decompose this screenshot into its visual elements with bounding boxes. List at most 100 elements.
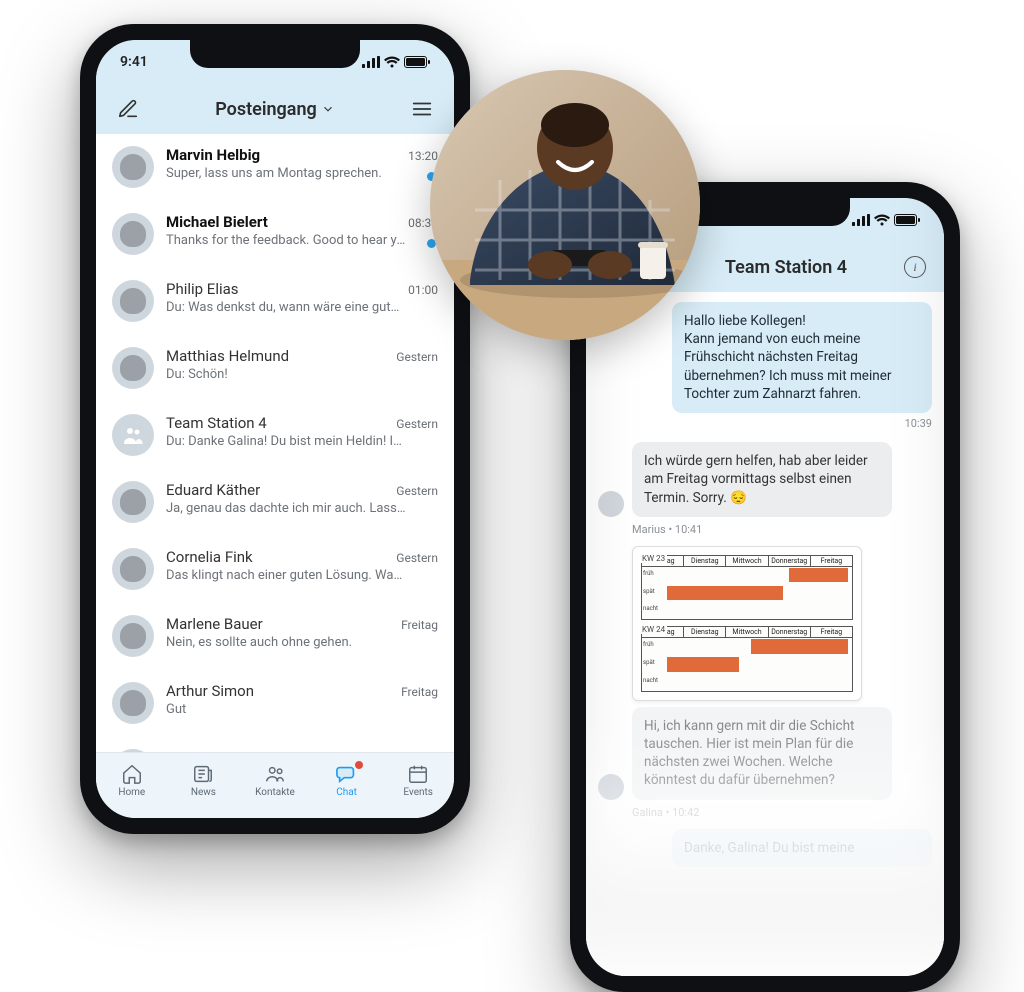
chat-item[interactable]: Eduard Käther Gestern Ja, genau das dacht… [96,469,454,536]
group-avatar-icon [112,414,154,456]
conversation-title: Team Station 4 [725,257,847,278]
chat-time: 01:00 [408,283,438,297]
home-icon [121,763,143,785]
tab-news[interactable]: News [173,763,233,798]
avatar [598,491,624,517]
menu-button[interactable] [408,95,436,123]
chatlist-title-label: Posteingang [215,99,317,120]
tab-bar: Home News Kontakte Chat Events [96,752,454,818]
message-bubble-other[interactable]: Ich würde gern helfen, hab aber leider a… [632,442,892,517]
chat-name: Arthur Simon [166,682,254,700]
status-icons [362,56,430,68]
events-icon [407,763,429,785]
schedule-week-label: KW 23 [640,554,667,563]
avatar [598,774,624,800]
chevron-down-icon [321,102,335,116]
attachment-image[interactable]: KW 23 MontagDienstagMittwochDonnerstagFr… [632,546,862,701]
chat-item[interactable]: Marlene Bauer Freitag Nein, es sollte auc… [96,603,454,670]
avatar [112,615,154,657]
compose-button[interactable] [114,95,142,123]
avatar [112,682,154,724]
tab-home[interactable]: Home [102,763,162,798]
chat-preview: Du: Danke Galina! Du bist mein Heldin! I… [166,434,406,449]
battery-icon [404,56,430,68]
avatar [112,548,154,590]
chat-item[interactable]: Michael Bielert08:31 Thanks for the feed… [96,201,454,268]
chat-preview: Das klingt nach einer guten Lösung. Was … [166,568,406,583]
phone-left-mockup: 9:41 Posteingang [80,24,470,834]
conversation-body[interactable]: Hallo liebe Kollegen! Kann jemand von eu… [586,292,944,976]
tab-label: Home [118,787,145,798]
wifi-icon [874,214,890,226]
chat-name: Team Station 4 [166,414,267,432]
chat-preview: Thanks for the feedback. Good to hear yo… [166,233,406,248]
status-time: 9:41 [120,54,148,70]
chat-time: 13:20 [408,149,438,163]
message-bubble-me[interactable]: Hallo liebe Kollegen! Kann jemand von eu… [672,302,932,413]
tab-chat[interactable]: Chat [317,763,377,798]
chat-item[interactable]: Philip Elias 01:00 Du: Was denkst du, wan… [96,268,454,335]
chat-name: Marlene Bauer [166,615,263,633]
message-meta: Galina • 10:42 [632,806,932,819]
chat-name: Marvin Helbig [166,146,260,164]
message-meta: Marius • 10:41 [632,523,932,536]
chat-name: Cornelia Fink [166,548,253,566]
schedule-header: MontagDienstagMittwochDonnerstagFreitag [642,556,852,567]
chat-name: Philip Elias [166,280,239,298]
tab-label: Chat [336,787,357,798]
hero-photo [430,70,700,340]
signal-icon [362,56,380,68]
chat-time: Gestern [396,350,438,364]
tab-label: Kontakte [255,787,295,798]
contacts-icon [263,763,287,785]
chat-item[interactable]: Matthias Helmund Gestern Du: Schön! [96,335,454,402]
tab-kontakte[interactable]: Kontakte [245,763,305,798]
avatar [112,213,154,255]
chat-time: Freitag [401,685,438,699]
chat-item[interactable]: Marvin Helbig 13:20 Super, lass uns am Mo… [96,134,454,201]
avatar [112,347,154,389]
chat-time: Gestern [396,417,438,431]
chat-name: Matthias Helmund [166,347,289,365]
schedule-week-label: KW 24 [640,625,667,634]
screen-left: 9:41 Posteingang [96,40,454,818]
avatar [112,146,154,188]
message-row: Hi, ich kann gern mit dir die Schicht ta… [598,707,932,804]
tab-label: Events [403,787,433,798]
notch [190,40,360,68]
avatar [112,280,154,322]
chat-preview: Nein, es sollte auch ohne gehen. [166,635,406,650]
chatlist-title[interactable]: Posteingang [215,99,335,120]
chat-item[interactable]: Team Station 4 Gestern Du: Danke Galina! … [96,402,454,469]
chat-preview: Gut [166,702,406,717]
schedule-header: MontagDienstagMittwochDonnerstagFreitag [642,627,852,638]
chat-preview: Super, lass uns am Montag sprechen. [166,166,406,181]
chat-time: Freitag [401,618,438,632]
chat-preview: Du: Was denkst du, wann wäre eine gute Z… [166,300,406,315]
chat-item[interactable]: Arthur Simon Freitag Gut [96,670,454,737]
chat-item[interactable]: Cornelia Fink Gestern Das klingt nach ein… [96,536,454,603]
notification-badge [355,761,363,769]
status-icons [852,214,920,226]
message-bubble-me[interactable]: Danke, Galina! Du bist meine [672,829,932,867]
chat-preview: Ja, genau das dachte ich mir auch. Lass … [166,501,406,516]
chat-name: Michael Bielert [166,213,268,231]
message-bubble-other[interactable]: Hi, ich kann gern mit dir die Schicht ta… [632,707,892,800]
battery-icon [894,214,920,226]
tab-label: News [191,787,216,798]
chat-time: Gestern [396,484,438,498]
avatar [112,481,154,523]
signal-icon [852,214,870,226]
chat-item[interactable]: Theo LahnDonnerstag Ich gehe davon aus, … [96,737,454,752]
message-row: Ich würde gern helfen, hab aber leider a… [598,442,932,521]
chat-time: Gestern [396,551,438,565]
tab-events[interactable]: Events [388,763,448,798]
news-icon [192,763,214,785]
chat-list[interactable]: Marvin Helbig 13:20 Super, lass uns am Mo… [96,134,454,752]
notch [680,198,850,226]
chat-name: Eduard Käther [166,481,260,499]
message-time: 10:39 [598,417,932,430]
info-button[interactable]: i [904,256,926,278]
chat-preview: Du: Schön! [166,367,406,382]
wifi-icon [384,56,400,68]
